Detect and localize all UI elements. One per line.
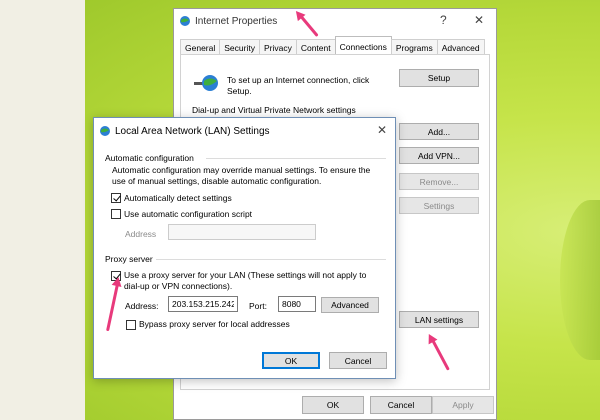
use-proxy-label: Use a proxy server for your LAN (These s… — [124, 270, 367, 291]
add-vpn-button[interactable]: Add VPN... — [399, 147, 479, 164]
close-button[interactable]: ✕ — [474, 13, 484, 27]
tab-general[interactable]: General — [180, 39, 221, 55]
setup-button[interactable]: Setup — [399, 69, 479, 87]
tab-bar: General Security Privacy Content Connect… — [180, 36, 485, 55]
tab-content[interactable]: Content — [295, 39, 336, 55]
lan-globe-icon — [100, 126, 110, 136]
proxy-address-input[interactable] — [168, 296, 238, 312]
remove-button[interactable]: Remove... — [399, 173, 479, 190]
auto-script-checkbox[interactable] — [111, 209, 121, 219]
window-title: Internet Properties — [195, 16, 278, 27]
ok-button[interactable]: OK — [302, 396, 364, 414]
lan-close-button[interactable]: ✕ — [377, 123, 387, 137]
bypass-local-label: Bypass proxy server for local addresses — [139, 319, 290, 329]
proxy-group-label: Proxy server — [105, 254, 153, 264]
tab-advanced[interactable]: Advanced — [436, 39, 485, 55]
auto-detect-label: Automatically detect settings — [124, 193, 232, 203]
advanced-button[interactable]: Advanced — [321, 297, 379, 313]
auto-detect-checkbox[interactable] — [111, 193, 121, 203]
proxy-port-input[interactable] — [278, 296, 316, 312]
tab-privacy[interactable]: Privacy — [258, 39, 297, 55]
add-button[interactable]: Add... — [399, 123, 479, 140]
tab-programs[interactable]: Programs — [390, 39, 438, 55]
cancel-button[interactable]: Cancel — [370, 396, 432, 414]
bypass-local-checkbox[interactable] — [126, 320, 136, 330]
script-address-label: Address — [125, 229, 157, 239]
apply-button[interactable]: Apply — [432, 396, 494, 414]
leaf-decoration — [560, 200, 600, 360]
script-address-input[interactable] — [168, 224, 316, 240]
lan-titlebar: Local Area Network (LAN) Settings ✕ — [94, 118, 395, 142]
proxy-address-label: Address: — [125, 301, 159, 311]
network-connection-icon — [194, 75, 218, 91]
help-button[interactable]: ? — [440, 13, 447, 27]
auto-config-group-label: Automatic configuration — [105, 153, 194, 163]
proxy-port-label: Port: — [249, 301, 267, 311]
auto-config-divider — [206, 158, 386, 159]
tab-security[interactable]: Security — [219, 39, 260, 55]
lan-settings-dialog: Local Area Network (LAN) Settings ✕ Auto… — [93, 117, 396, 379]
dialup-vpn-label: Dial-up and Virtual Private Network sett… — [192, 105, 356, 115]
settings-button[interactable]: Settings — [399, 197, 479, 214]
tab-connections[interactable]: Connections — [334, 36, 392, 55]
titlebar: Internet Properties ? ✕ — [174, 9, 496, 33]
auto-script-label: Use automatic configuration script — [124, 209, 253, 219]
lan-cancel-button[interactable]: Cancel — [329, 352, 387, 369]
lan-dialog-title: Local Area Network (LAN) Settings — [115, 126, 270, 137]
lan-settings-button[interactable]: LAN settings — [399, 311, 479, 328]
lan-ok-button[interactable]: OK — [262, 352, 320, 369]
proxy-divider — [156, 259, 386, 260]
internet-globe-icon — [180, 16, 190, 26]
auto-config-description: Automatic configuration may override man… — [112, 165, 371, 186]
setup-description: To set up an Internet connection, click … — [227, 75, 370, 96]
